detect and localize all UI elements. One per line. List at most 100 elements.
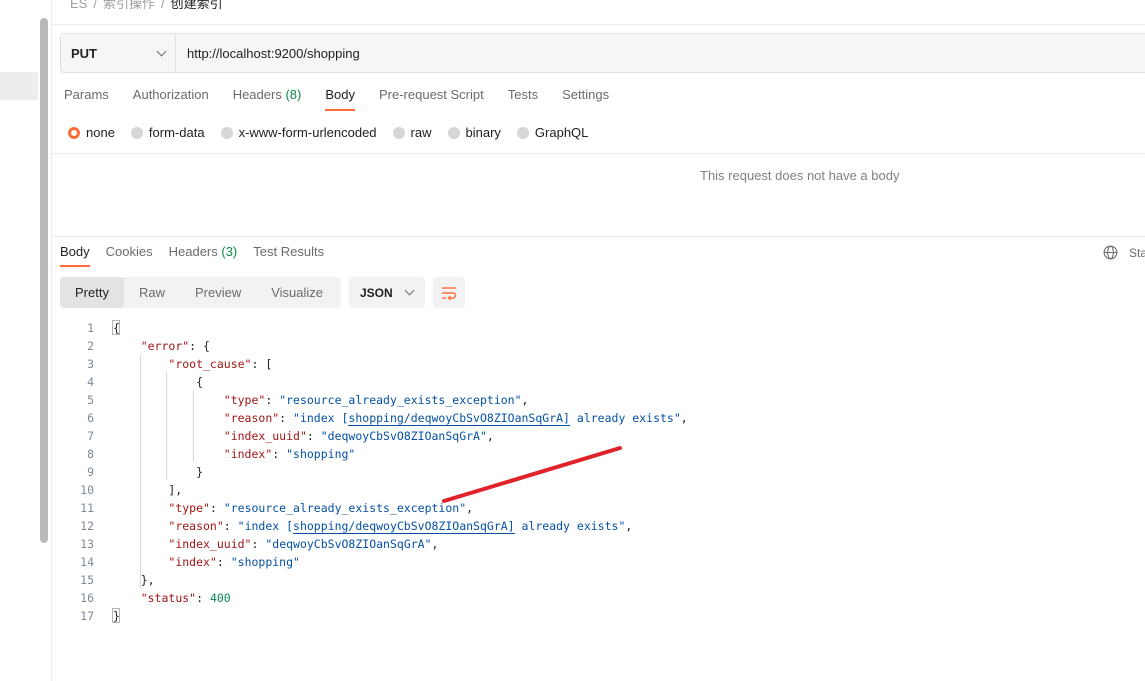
json-value: "deqwoyCbSvO8ZIOanSqGrA": [265, 537, 432, 551]
json-key: "index_uuid": [223, 429, 307, 443]
tab-tests[interactable]: Tests: [508, 87, 538, 111]
line-number: 16: [80, 591, 94, 605]
globe-icon[interactable]: [1103, 245, 1118, 260]
json-punct: :: [223, 519, 238, 533]
code-text: "status": 400: [113, 589, 231, 607]
line-number: 2: [87, 339, 94, 353]
json-punct: :: [209, 501, 224, 515]
breadcrumb-item[interactable]: ES: [70, 0, 87, 11]
view-mode-raw[interactable]: Raw: [124, 277, 180, 308]
json-key: "reason": [168, 519, 224, 533]
radio-button-icon[interactable]: [68, 126, 80, 139]
view-mode-pretty[interactable]: Pretty: [60, 277, 124, 308]
line-number: 12: [80, 519, 94, 533]
tab-label: Settings: [562, 87, 610, 102]
json-punct: ],: [113, 483, 183, 497]
json-punct: [113, 411, 224, 425]
json-punct: [113, 591, 141, 605]
radio-graphql[interactable]: GraphQL: [516, 125, 589, 140]
tab-settings[interactable]: Settings: [562, 87, 609, 111]
line-number: 3: [87, 357, 94, 371]
json-punct: :: [279, 411, 294, 425]
breadcrumb-separator: /: [160, 0, 165, 11]
json-value: shopping/deqwoyCbSvO8ZIOanSqGrA]: [293, 519, 515, 534]
view-mode-group: Pretty Raw Preview Visualize: [60, 277, 341, 308]
line-number: 11: [80, 501, 94, 515]
radio-x-www-form-urlencoded[interactable]: x-www-form-urlencoded: [220, 125, 377, 140]
line-number: 1: [87, 321, 94, 335]
sidebar-scrollbar[interactable]: [40, 18, 48, 543]
json-punct: :: [306, 429, 321, 443]
radio-button-icon[interactable]: [516, 126, 529, 139]
line-number: 14: [80, 555, 94, 569]
json-punct: : {: [189, 339, 210, 353]
json-value: "shopping": [286, 447, 356, 461]
line-number: 8: [87, 447, 94, 461]
json-punct: ,: [486, 429, 494, 443]
json-key: "type": [223, 393, 266, 407]
url-input[interactable]: http://localhost:9200/shopping: [176, 34, 360, 72]
view-mode-preview[interactable]: Preview: [180, 277, 256, 308]
tab-params[interactable]: Params: [64, 87, 109, 111]
tab-authorization[interactable]: Authorization: [133, 87, 209, 111]
radio-label: x-www-form-urlencoded: [238, 125, 377, 140]
radio-button-icon[interactable]: [392, 126, 405, 139]
radio-none[interactable]: none: [68, 125, 115, 140]
breadcrumb-separator: /: [93, 0, 97, 11]
tab-label: Body: [325, 87, 355, 102]
tab-body[interactable]: Body: [325, 87, 355, 111]
code-text: "reason": "index [shopping/deqwoyCbSvO8Z…: [113, 517, 632, 535]
tab-label: Authorization: [132, 87, 209, 102]
line-number: 4: [87, 375, 94, 389]
wrap-lines-icon: [442, 286, 457, 300]
radio-raw[interactable]: raw: [392, 125, 432, 140]
format-select[interactable]: JSON: [349, 277, 425, 308]
radio-button-icon[interactable]: [130, 126, 143, 139]
json-key: "type": [168, 501, 210, 515]
radio-label: form-data: [148, 125, 205, 140]
divider: [52, 24, 1145, 25]
tab-pre-request-script[interactable]: Pre-request Script: [379, 87, 484, 111]
code-text: "type": "resource_already_exists_excepti…: [113, 499, 473, 517]
code-text: "index_uuid": "deqwoyCbSvO8ZIOanSqGrA",: [113, 535, 438, 553]
line-number: 9: [87, 465, 94, 479]
tab-count: (8): [285, 87, 302, 102]
json-key: "status": [140, 591, 197, 605]
method-select[interactable]: PUT: [61, 34, 176, 72]
json-value: "shopping": [230, 555, 300, 569]
response-tab-test-results[interactable]: Test Results: [253, 244, 324, 267]
json-key: "index_uuid": [168, 537, 252, 551]
code-text: ],: [113, 481, 182, 499]
radio-label: GraphQL: [534, 125, 589, 140]
radio-form-data[interactable]: form-data: [130, 125, 205, 140]
line-number: 17: [80, 609, 94, 623]
response-tab-cookies[interactable]: Cookies: [106, 244, 153, 267]
wrap-lines-button[interactable]: [433, 277, 465, 308]
radio-button-icon[interactable]: [447, 126, 460, 139]
json-punct: [113, 339, 141, 353]
response-tab-headers[interactable]: Headers (3): [169, 244, 238, 267]
indent-guide: [166, 372, 167, 480]
json-punct: :: [272, 447, 287, 461]
json-value: "deqwoyCbSvO8ZIOanSqGrA": [320, 429, 487, 443]
json-key: "reason": [223, 411, 280, 425]
indent-guide: [140, 354, 141, 588]
json-value: already exists": [514, 519, 626, 533]
request-bar: PUT http://localhost:9200/shopping: [60, 33, 1145, 73]
json-punct: [113, 447, 224, 461]
tab-headers[interactable]: Headers (8): [233, 87, 302, 111]
view-mode-visualize[interactable]: Visualize: [256, 277, 338, 308]
line-number: 7: [87, 429, 94, 443]
format-label: JSON: [360, 285, 393, 300]
json-punct: :: [265, 393, 280, 407]
line-number: 5: [87, 393, 94, 407]
radio-button-icon[interactable]: [220, 126, 233, 139]
breadcrumb-item[interactable]: 索引操作: [103, 0, 155, 11]
code-text: },: [113, 571, 155, 589]
line-number: 10: [80, 483, 94, 497]
method-label: PUT: [71, 45, 97, 61]
sidebar-selected-item[interactable]: [0, 72, 38, 100]
response-tab-body[interactable]: Body: [60, 244, 90, 267]
request-tabs: Params Authorization Headers (8) Body Pre-re…: [64, 87, 633, 111]
radio-binary[interactable]: binary: [447, 125, 501, 140]
